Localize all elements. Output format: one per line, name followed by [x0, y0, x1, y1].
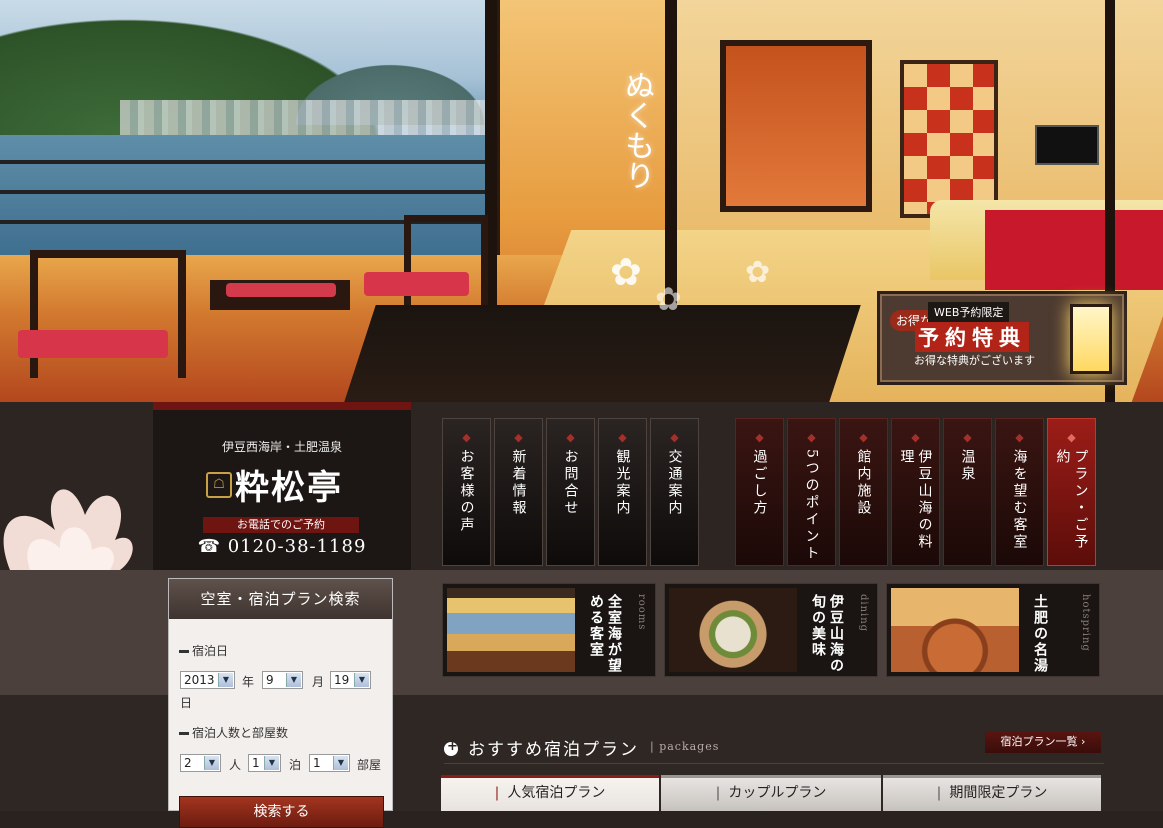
hotspring-photo — [891, 588, 1019, 672]
diamond-icon: ◆ — [514, 431, 523, 444]
primary-nav: ◆ お客様の声 ◆ 新着情報 ◆ お問合せ ◆ 観光案内 ◆ 交通案内 — [442, 418, 699, 568]
recommended-en: packages — [650, 740, 719, 753]
divider — [444, 763, 1104, 764]
tv-icon — [1035, 125, 1099, 165]
table-runner — [226, 283, 336, 297]
nav-seaview-rooms[interactable]: ◆ 海を望む客室 — [995, 418, 1044, 566]
feature-en: hotspring — [1080, 594, 1091, 652]
chevron-down-icon: ▼ — [204, 756, 219, 770]
bath-area — [720, 40, 872, 212]
month-unit: 月 — [312, 675, 325, 689]
tab-couple-plans[interactable]: | カップルプラン — [661, 775, 881, 811]
nav-facilities[interactable]: ◆ 館内施設 — [839, 418, 888, 566]
nav-access[interactable]: ◆ 交通案内 — [650, 418, 699, 566]
cushion — [364, 272, 469, 296]
promo-sub: お得な特典がございます — [914, 354, 1035, 367]
search-panel: 空室・宿泊プラン検索 宿泊日 2013 ▼ 年 9 ▼ 月 19 ▼ 日 宿泊人数と部… — [168, 578, 393, 828]
diamond-icon: ◆ — [566, 431, 575, 444]
nav-hotspring[interactable]: ◆ 温泉 — [943, 418, 992, 566]
year-select[interactable]: 2013 ▼ — [180, 671, 235, 689]
plus-icon — [444, 739, 460, 756]
feature-caption: 伊豆山海の旬の美味 — [810, 594, 844, 674]
petal-icon: ✿ — [655, 280, 682, 318]
brand-subtitle: 伊豆西海岸・土肥温泉 — [221, 440, 342, 454]
feature-en: rooms — [636, 594, 647, 631]
lotus-icon — [3, 489, 133, 570]
nav-contact[interactable]: ◆ お問合せ — [546, 418, 595, 566]
diamond-icon: ◆ — [618, 431, 627, 444]
nights-select[interactable]: 1 ▼ — [248, 754, 281, 772]
cushion — [18, 330, 168, 358]
feature-dining[interactable]: 伊豆山海の旬の美味 dining — [664, 583, 878, 677]
nav-cuisine[interactable]: ◆ 伊豆山海の料理 — [891, 418, 940, 566]
diamond-icon: ◆ — [859, 431, 868, 444]
search-button[interactable]: 検索する — [179, 796, 384, 828]
diamond-icon: ◆ — [1015, 431, 1024, 444]
diamond-icon: ◆ — [963, 431, 972, 444]
tel-number[interactable]: ☎ 0120-38-1189 — [153, 536, 411, 557]
day-unit: 日 — [180, 696, 193, 710]
day-select[interactable]: 19 ▼ — [330, 671, 371, 689]
rooms-photo — [447, 588, 575, 672]
petal-icon: ✿ — [610, 250, 642, 294]
chair — [30, 250, 186, 378]
search-title: 空室・宿泊プラン検索 — [169, 579, 392, 619]
nav-plans-booking[interactable]: ◆ プラン・ご予約 — [1047, 418, 1096, 566]
chevron-down-icon: ▼ — [354, 673, 369, 687]
secondary-nav: ◆ 過ごし方 ◆ 5つのポイント ◆ 館内施設 ◆ 伊豆山海の料理 ◆ 温泉 ◆ 海を望む客… — [735, 418, 1096, 568]
brand-panel: 伊豆西海岸・土肥温泉 ☖ 粋松亭 お電話でのご予約 ☎ 0120-38-1189 — [153, 402, 411, 570]
tel-label: お電話でのご予約 — [203, 517, 359, 533]
diamond-icon: ◆ — [911, 431, 920, 444]
chevron-down-icon: ▼ — [264, 756, 279, 770]
lantern-icon — [1070, 304, 1112, 374]
feature-hotspring[interactable]: 土肥の名湯 hotspring — [886, 583, 1100, 677]
nav-news[interactable]: ◆ 新着情報 — [494, 418, 543, 566]
nav-voice[interactable]: ◆ お客様の声 — [442, 418, 491, 566]
promo-title: 予約特典 — [915, 322, 1029, 352]
chevron-down-icon: ▼ — [218, 673, 233, 687]
rooms-unit: 部屋 — [357, 758, 382, 772]
recommended-title: おすすめ宿泊プラン — [444, 735, 639, 760]
tab-limited-plans[interactable]: | 期間限定プラン — [883, 775, 1101, 811]
promo-banner[interactable]: お得な WEB予約限定 予約特典 お得な特典がございます — [880, 294, 1124, 382]
people-unit: 人 — [229, 758, 242, 772]
feature-caption: 土肥の名湯 — [1032, 594, 1048, 674]
chevron-down-icon: ▼ — [333, 756, 348, 770]
nights-unit: 泊 — [289, 758, 302, 772]
month-select[interactable]: 9 ▼ — [262, 671, 303, 689]
date-label: 宿泊日 — [179, 642, 228, 659]
logo-mark-icon: ☖ — [206, 472, 232, 498]
brand-logo[interactable]: 粋松亭 — [235, 460, 343, 509]
nav-howto-stay[interactable]: ◆ 過ごし方 — [735, 418, 784, 566]
diamond-icon: ◆ — [807, 431, 816, 444]
petal-icon: ✿ — [745, 255, 771, 290]
chevron-down-icon: ▼ — [286, 673, 301, 687]
diamond-icon: ◆ — [755, 431, 764, 444]
nav-five-points[interactable]: ◆ 5つのポイント — [787, 418, 836, 566]
feature-caption: 全室海が望める客室 — [588, 594, 622, 674]
calligraphy-text: ぬくもり — [619, 70, 654, 190]
feature-rooms[interactable]: 全室海が望める客室 rooms — [442, 583, 656, 677]
checker-door — [900, 60, 998, 218]
hero-banner: ぬくもり ✿ ✿ ✿ お得な WEB予約限定 予約特典 お得な特典がございます — [0, 0, 1163, 402]
nav-sightseeing[interactable]: ◆ 観光案内 — [598, 418, 647, 566]
promo-web-label: WEB予約限定 — [928, 302, 1010, 322]
diamond-icon: ◆ — [462, 431, 471, 444]
people-label: 宿泊人数と部屋数 — [179, 724, 288, 741]
dining-photo — [669, 588, 797, 672]
tab-popular-plans[interactable]: | 人気宿泊プラン — [441, 775, 659, 811]
year-unit: 年 — [242, 675, 255, 689]
low-table — [344, 305, 861, 402]
diamond-icon: ◆ — [1067, 431, 1076, 444]
people-select[interactable]: 2 ▼ — [180, 754, 221, 772]
bed-cover — [985, 210, 1163, 290]
diamond-icon: ◆ — [670, 431, 679, 444]
feature-en: dining — [858, 594, 869, 633]
rooms-select[interactable]: 1 ▼ — [309, 754, 350, 772]
plan-list-button[interactable]: 宿泊プラン一覧 — [985, 731, 1101, 753]
